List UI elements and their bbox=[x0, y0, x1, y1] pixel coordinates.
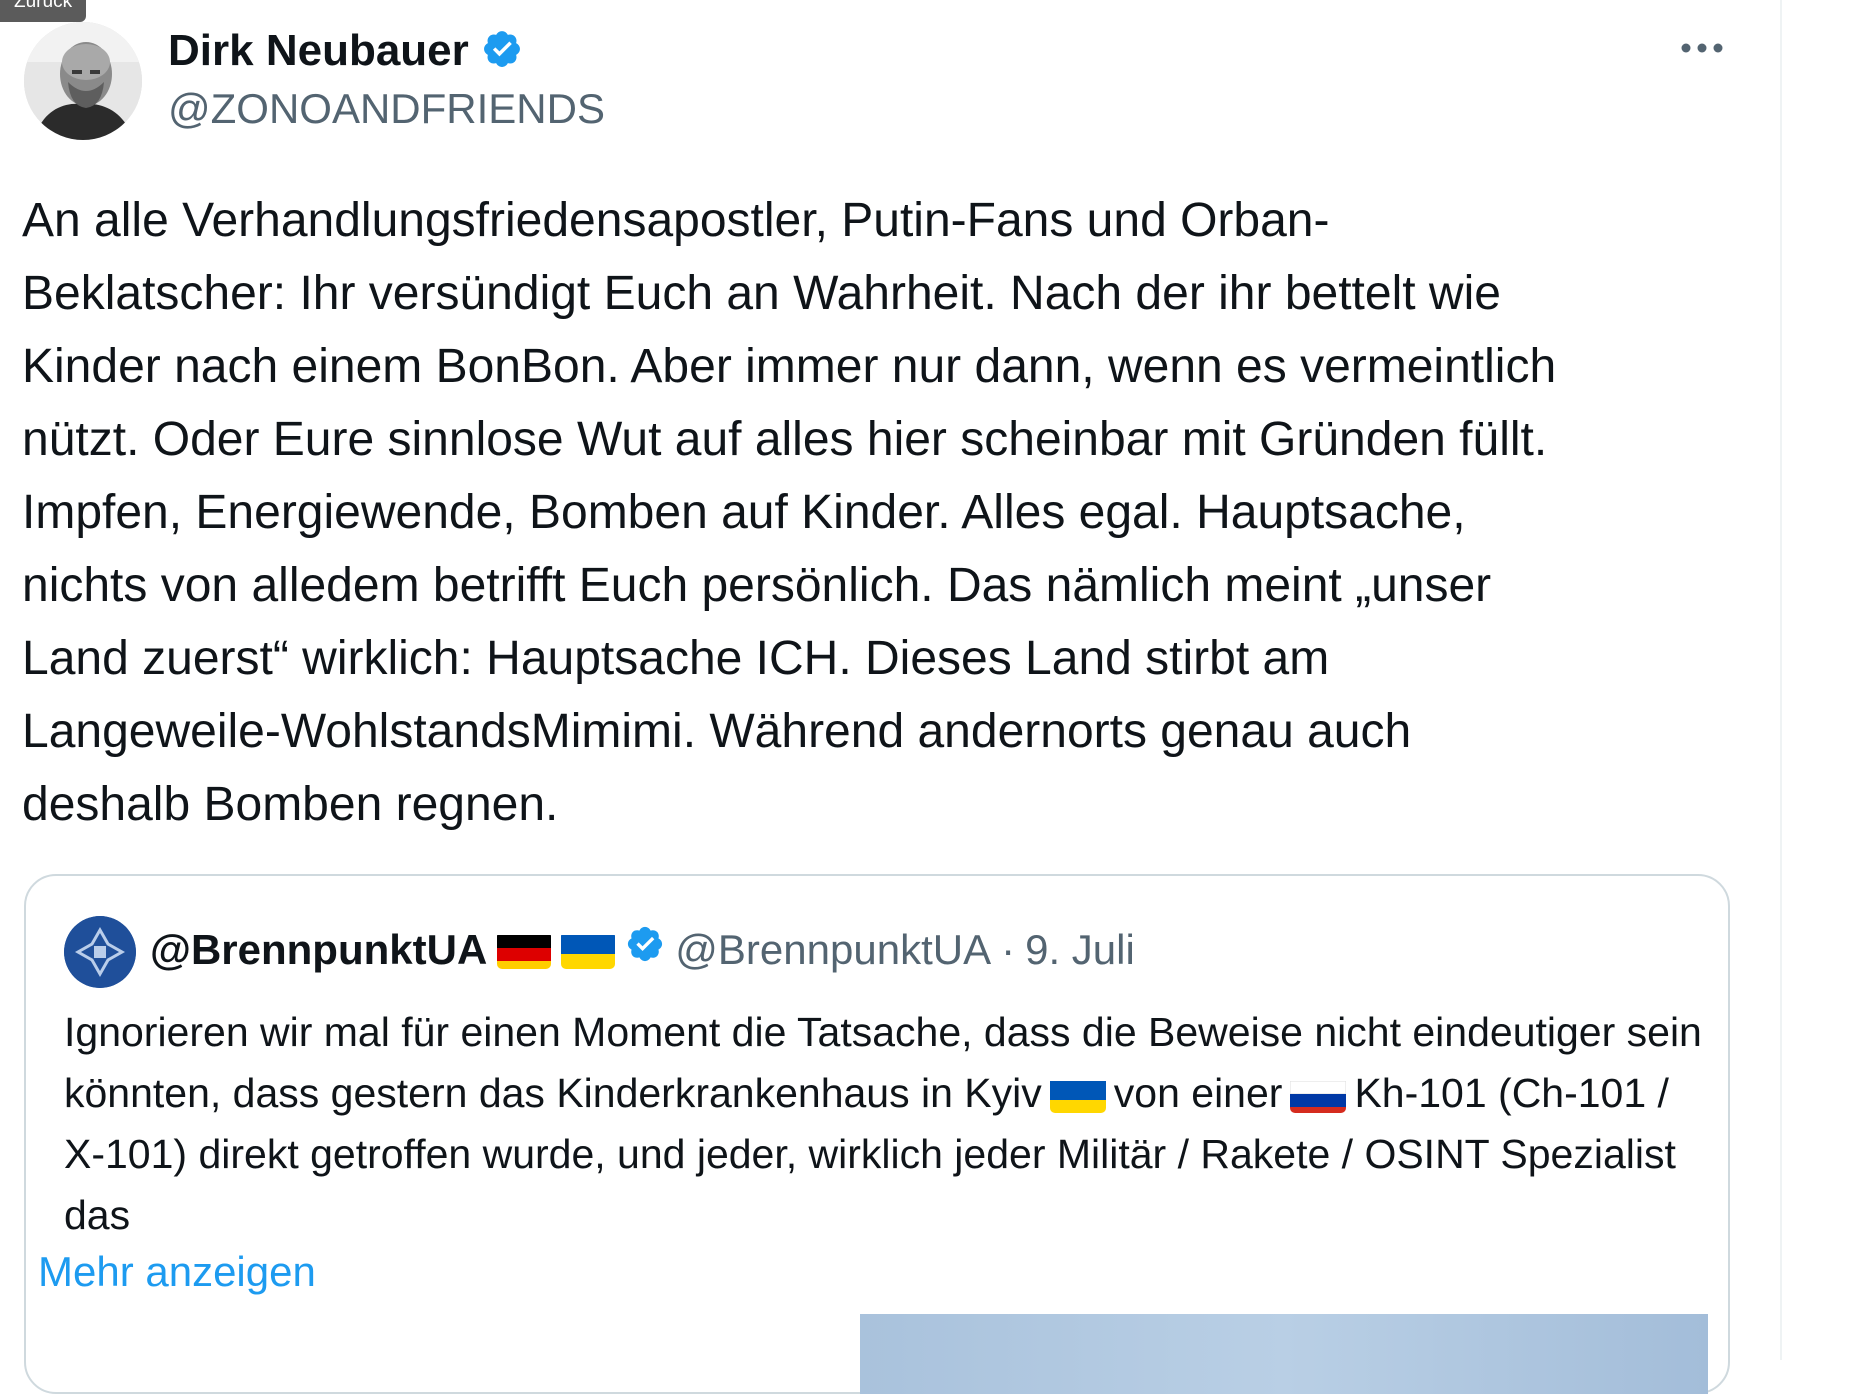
quoted-handle[interactable]: @BrennpunktUA bbox=[675, 922, 991, 978]
flag-russia-icon bbox=[1290, 1075, 1347, 1113]
author-avatar-image bbox=[24, 22, 142, 140]
flag-ukraine-icon bbox=[561, 931, 616, 969]
quoted-avatar-emblem-icon bbox=[64, 916, 136, 988]
flag-ukraine-icon bbox=[1049, 1075, 1106, 1113]
author-display-name[interactable]: Dirk Neubauer bbox=[168, 26, 469, 76]
quoted-media-thumbnail[interactable] bbox=[860, 1314, 1708, 1394]
back-tooltip-label: Zurück bbox=[14, 0, 73, 12]
quoted-verified-badge-icon bbox=[625, 922, 665, 978]
quoted-display-name[interactable]: @BrennpunktUA bbox=[150, 922, 487, 978]
author-handle[interactable]: @ZONOANDFRIENDS bbox=[168, 84, 605, 134]
flag-germany-icon bbox=[497, 931, 552, 969]
author-avatar[interactable] bbox=[24, 22, 142, 140]
quoted-date[interactable]: 9. Juli bbox=[1025, 922, 1135, 978]
quoted-text-part-2: von einer bbox=[1113, 1070, 1283, 1116]
tweet-text: An alle Verhandlungsfriedensapostler, Pu… bbox=[22, 194, 1557, 831]
quoted-header: @BrennpunktUA @BrennpunktUA · 9. Juli bbox=[150, 922, 1135, 978]
more-horizontal-icon bbox=[1680, 41, 1724, 59]
show-more-link[interactable]: Mehr anzeigen bbox=[38, 1244, 316, 1300]
quoted-tweet-text: Ignorieren wir mal für einen Moment die … bbox=[64, 1002, 1704, 1246]
back-tooltip: Zurück bbox=[0, 0, 87, 22]
verified-badge-icon bbox=[481, 28, 523, 75]
quoted-author-avatar[interactable] bbox=[64, 916, 136, 988]
more-options-button[interactable] bbox=[1672, 30, 1732, 70]
timeline-divider bbox=[1780, 0, 1782, 1360]
author-name-row: Dirk Neubauer bbox=[168, 26, 523, 76]
quoted-separator: · bbox=[1001, 926, 1016, 973]
